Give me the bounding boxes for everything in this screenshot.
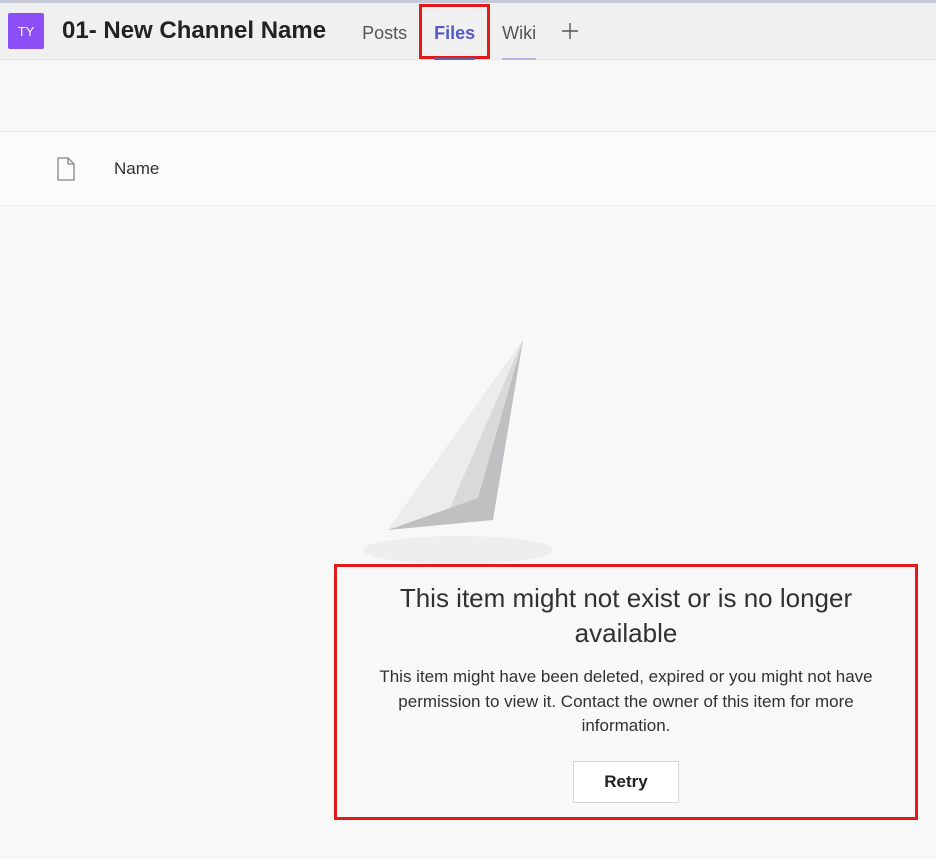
- retry-button[interactable]: Retry: [573, 761, 678, 803]
- toolbar-spacer: [0, 60, 936, 132]
- empty-state-illustration: [0, 340, 936, 592]
- content-area: Name This item might not exist or is no …: [0, 60, 936, 859]
- column-name-header[interactable]: Name: [114, 159, 159, 179]
- error-description: This item might have been deleted, expir…: [355, 665, 897, 739]
- tab-wiki[interactable]: Wiki: [490, 7, 548, 56]
- channel-title: 01- New Channel Name: [62, 17, 326, 45]
- plus-icon: [561, 22, 579, 40]
- add-tab-button[interactable]: [556, 17, 584, 45]
- file-type-icon: [56, 157, 76, 181]
- team-avatar[interactable]: TY: [8, 13, 44, 49]
- tab-wiki-label: Wiki: [502, 23, 536, 43]
- paper-plane-icon: [328, 340, 608, 580]
- tab-files-label: Files: [434, 23, 475, 43]
- tab-files[interactable]: Files: [419, 4, 490, 59]
- channel-header: TY 01- New Channel Name Posts Files Wiki: [0, 0, 936, 60]
- file-list-header: Name: [0, 132, 936, 206]
- error-message-panel: This item might not exist or is no longe…: [334, 564, 918, 820]
- tab-strip: Posts Files Wiki: [350, 4, 584, 59]
- error-title: This item might not exist or is no longe…: [355, 581, 897, 651]
- tab-posts[interactable]: Posts: [350, 7, 419, 56]
